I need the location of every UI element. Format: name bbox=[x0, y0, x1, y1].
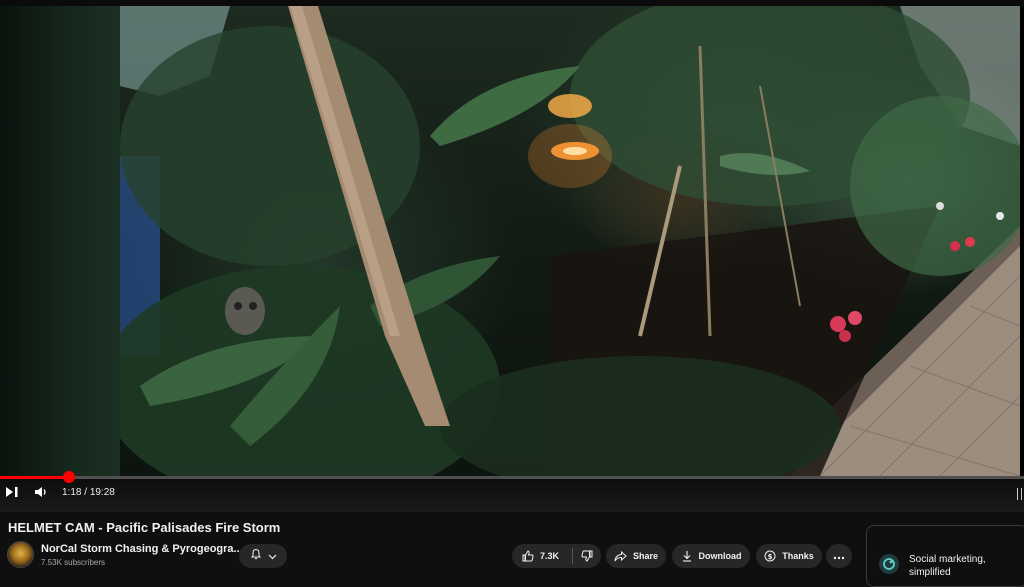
ad-logo-icon bbox=[879, 554, 899, 574]
video-player[interactable]: 1:18 / 19:28 bbox=[0, 0, 1024, 512]
scrubber-handle[interactable] bbox=[62, 471, 75, 483]
share-label: Share bbox=[632, 551, 658, 561]
progress-bar[interactable] bbox=[0, 471, 1024, 483]
subscribed-bell-button[interactable] bbox=[239, 544, 287, 568]
download-label: Download bbox=[698, 551, 742, 561]
thanks-label: Thanks bbox=[782, 551, 814, 561]
player-controls: 1:18 / 19:28 bbox=[0, 484, 1024, 504]
volume-button[interactable] bbox=[30, 484, 52, 504]
like-dislike-group: 7.3K bbox=[512, 544, 601, 568]
ad-text: Social marketing, simplified bbox=[909, 554, 986, 578]
current-time: 1:18 bbox=[62, 487, 82, 498]
thumbs-down-icon bbox=[581, 550, 593, 562]
share-icon bbox=[614, 550, 627, 562]
thanks-icon: $ bbox=[764, 550, 776, 562]
channel-name[interactable]: NorCal Storm Chasing & Pyrogeogra... bbox=[41, 543, 243, 555]
video-frame[interactable] bbox=[120, 6, 1020, 476]
play-pause-icon bbox=[5, 485, 19, 503]
pause-glyph-edge bbox=[1017, 488, 1022, 500]
thanks-button[interactable]: $ Thanks bbox=[756, 544, 822, 568]
svg-text:$: $ bbox=[768, 553, 773, 561]
like-button[interactable]: 7.3K bbox=[512, 550, 572, 562]
video-letterbox-left bbox=[0, 6, 120, 476]
time-display: 1:18 / 19:28 bbox=[62, 487, 115, 498]
share-button[interactable]: Share bbox=[606, 544, 666, 568]
download-icon bbox=[681, 550, 693, 562]
video-title: HELMET CAM - Pacific Palisades Fire Stor… bbox=[8, 520, 281, 535]
duration: 19:28 bbox=[89, 487, 115, 498]
sponsored-card[interactable]: Social marketing, simplified bbox=[866, 525, 1024, 587]
play-pause-button[interactable] bbox=[1, 484, 23, 504]
progress-fill bbox=[0, 476, 69, 479]
channel-avatar[interactable] bbox=[7, 541, 34, 568]
video-scene bbox=[120, 6, 1020, 476]
subscriber-count: 7.53K subscribers bbox=[41, 558, 106, 567]
more-icon bbox=[833, 547, 845, 565]
bell-icon bbox=[250, 547, 262, 565]
more-actions-button[interactable] bbox=[826, 544, 852, 568]
like-count: 7.3K bbox=[540, 551, 560, 561]
dislike-button[interactable] bbox=[573, 550, 601, 562]
chevron-down-icon bbox=[268, 547, 277, 565]
download-button[interactable]: Download bbox=[672, 544, 750, 568]
volume-icon bbox=[34, 485, 48, 503]
thumbs-up-icon bbox=[522, 550, 534, 562]
